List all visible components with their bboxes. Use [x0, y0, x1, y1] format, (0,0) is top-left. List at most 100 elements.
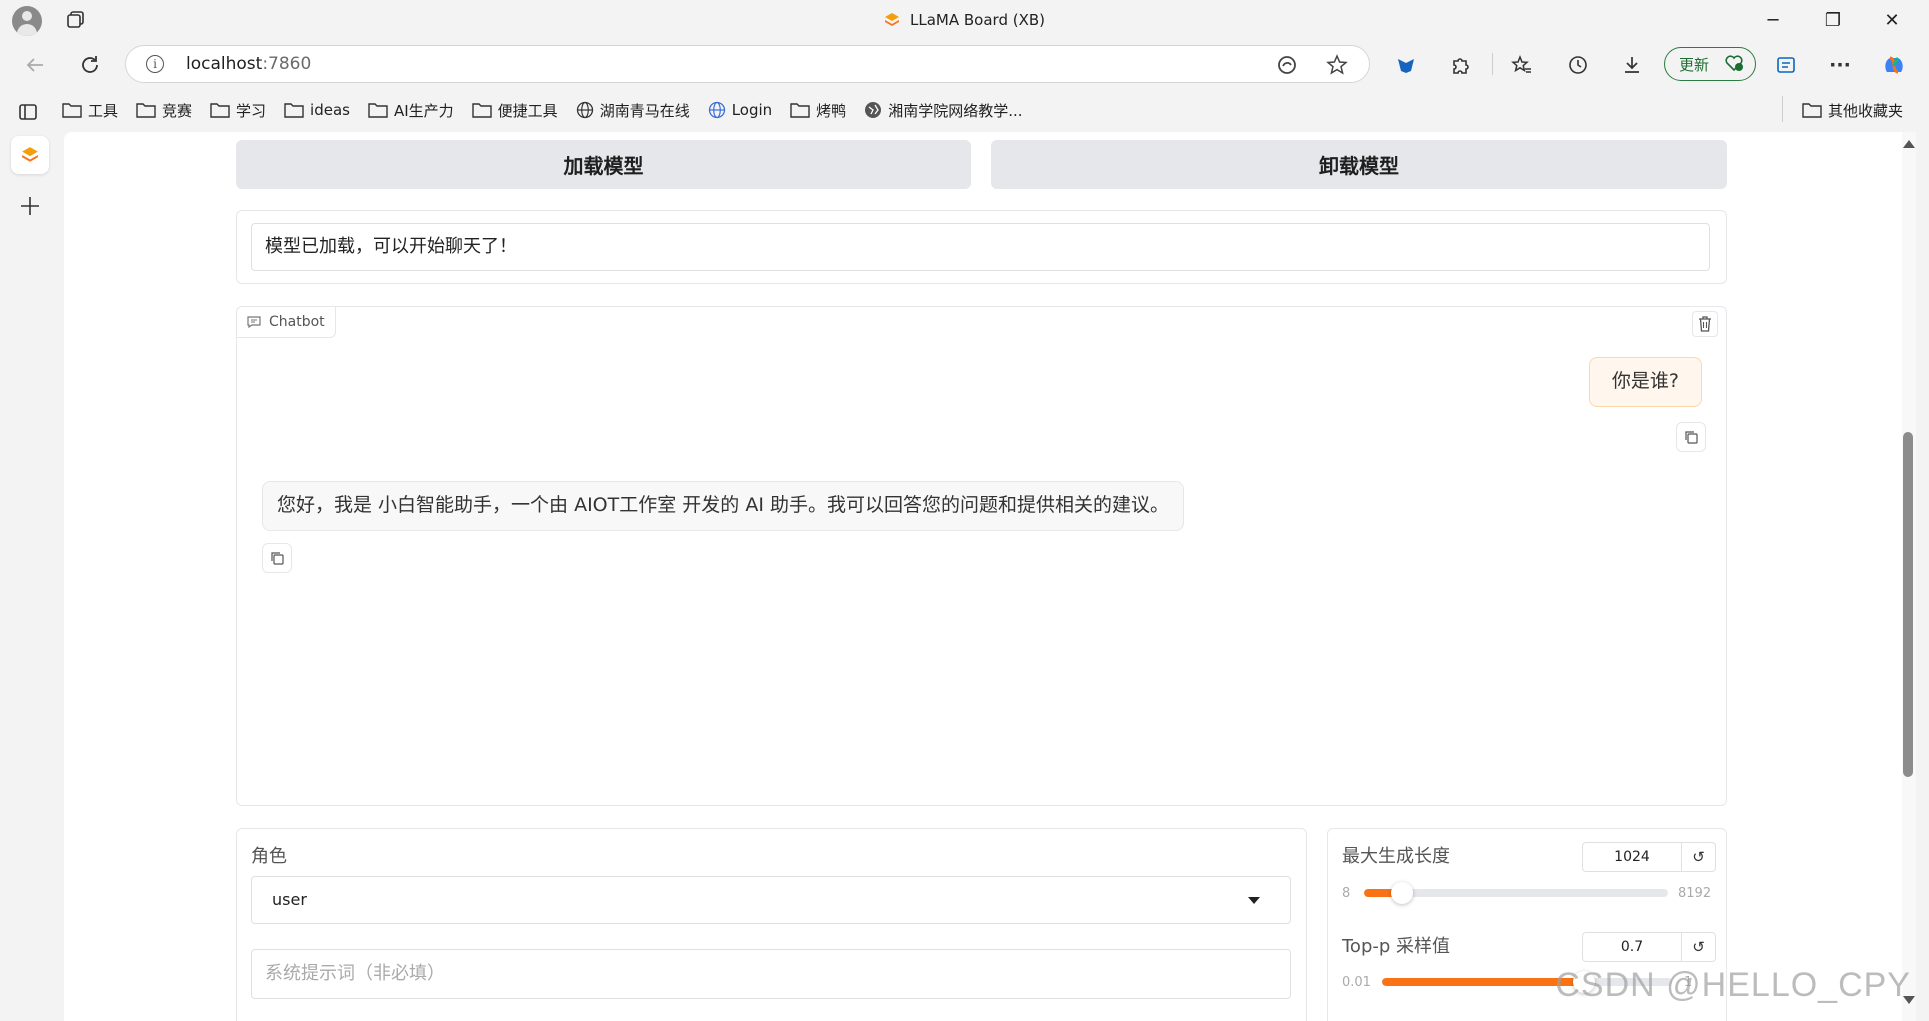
globe-icon	[865, 102, 882, 118]
extension-shield-button[interactable]	[1388, 48, 1424, 82]
arrow-left-icon	[26, 58, 43, 72]
copy-assistant-message-button[interactable]	[262, 543, 292, 573]
back-button[interactable]	[17, 48, 53, 82]
address-bar[interactable]: i localhost:7860	[125, 45, 1370, 83]
copy-icon	[271, 552, 284, 565]
other-favorites-label: 其他收藏夹	[1827, 101, 1903, 120]
title-bar: LLaMA Board (XB) ─ ❐ ✕	[0, 0, 1929, 40]
favorites-divider	[1782, 96, 1783, 122]
top-p-reset-button[interactable]: ↺	[1682, 932, 1716, 962]
extensions-button[interactable]	[1443, 48, 1479, 82]
favorite-item[interactable]: Login	[708, 101, 772, 119]
folder-icon	[790, 103, 810, 118]
copilot-icon	[1885, 56, 1903, 74]
scrollbar-thumb[interactable]	[1903, 432, 1913, 777]
favorite-item[interactable]: 学习	[210, 100, 266, 121]
immersive-reader-button[interactable]	[1768, 48, 1804, 82]
favorite-label: 烤鸭	[816, 101, 847, 120]
plus-icon	[21, 197, 39, 215]
favorite-star-icon[interactable]	[1326, 54, 1348, 76]
other-favorites-folder[interactable]: 其他收藏夹	[1802, 98, 1903, 122]
favorite-label: 湖南青马在线	[599, 101, 690, 120]
unload-model-button[interactable]: 卸载模型	[991, 140, 1727, 189]
favorite-item[interactable]: 湖南青马在线	[576, 100, 690, 121]
status-textbox[interactable]: 模型已加载，可以开始聊天了！	[251, 223, 1710, 271]
clear-chat-button[interactable]	[1692, 311, 1718, 337]
chatbot-label-text: Chatbot	[269, 314, 325, 330]
assistant-message-bubble: 您好，我是 小白智能助手，一个由 AIOT工作室 开发的 AI 助手。我可以回答…	[262, 481, 1184, 531]
favorite-label: Login	[731, 101, 773, 119]
bird-extension-icon	[1398, 59, 1414, 73]
top-p-label: Top-p 采样值	[1342, 936, 1451, 957]
favorite-item[interactable]: ideas	[284, 101, 350, 119]
favorite-item[interactable]: 工具	[62, 100, 118, 121]
site-info-icon[interactable]: i	[146, 55, 164, 73]
downloads-button[interactable]	[1614, 48, 1650, 82]
watermark-text: CSDN @HELLO_CPY	[1555, 966, 1911, 1004]
favorite-item[interactable]: 烤鸭	[790, 100, 846, 121]
page-content: 加载模型 卸载模型 模型已加载，可以开始聊天了！ Chatbot 你是谁? 您好…	[64, 132, 1914, 1021]
role-selected-value: user	[272, 890, 307, 909]
status-panel: 模型已加载，可以开始聊天了！	[236, 210, 1727, 284]
refresh-button[interactable]	[72, 48, 108, 82]
load-model-button[interactable]: 加载模型	[236, 140, 971, 189]
copy-user-message-button[interactable]	[1676, 422, 1706, 452]
globe-icon	[708, 101, 725, 119]
favorite-item[interactable]: 便捷工具	[471, 100, 558, 121]
max-tokens-max: 8192	[1678, 886, 1712, 901]
folder-icon	[471, 103, 492, 118]
maximize-button[interactable]: ❐	[1805, 0, 1861, 40]
role-dropdown[interactable]: user	[251, 876, 1291, 924]
tab-actions-icon[interactable]	[18, 102, 38, 122]
caret-down-icon	[1248, 897, 1260, 904]
sidebar-app-llama-board[interactable]	[11, 136, 49, 174]
close-button[interactable]: ✕	[1864, 0, 1920, 40]
read-aloud-icon[interactable]	[1276, 54, 1298, 76]
top-p-number-input[interactable]: 0.7	[1582, 932, 1682, 962]
folder-icon	[1802, 103, 1822, 118]
role-label: 角色	[251, 846, 287, 867]
browser-update-button[interactable]: 更新	[1664, 47, 1756, 81]
sidebar-add-button[interactable]	[16, 192, 44, 220]
update-label: 更新	[1679, 55, 1710, 74]
favorite-label: ideas	[310, 101, 350, 119]
system-prompt-input[interactable]: 系统提示词（非必填）	[251, 949, 1291, 999]
url-text[interactable]: localhost:7860	[186, 46, 311, 82]
top-p-min: 0.01	[1342, 975, 1371, 990]
chat-bubble-icon	[247, 316, 261, 328]
folder-icon	[136, 103, 156, 118]
history-icon	[1569, 56, 1587, 74]
edge-sidebar-icon	[1777, 57, 1795, 73]
favorite-label: AI生产力	[393, 101, 454, 120]
chatbot-panel: Chatbot 你是谁? 您好，我是 小白智能助手，一个由 AIOT工作室 开发…	[236, 306, 1727, 806]
more-dots-icon: ···	[1829, 54, 1851, 76]
window-title: LLaMA Board (XB)	[0, 0, 1929, 40]
favorite-label: 学习	[236, 101, 267, 120]
download-icon	[1625, 57, 1639, 73]
max-tokens-number-input[interactable]: 1024	[1582, 842, 1682, 872]
settings-more-button[interactable]: ···	[1822, 48, 1858, 82]
reset-icon: ↺	[1692, 938, 1705, 956]
favorite-item[interactable]: 竞赛	[136, 100, 192, 121]
window-title-text: LLaMA Board (XB)	[910, 11, 1045, 29]
copilot-button[interactable]	[1876, 48, 1912, 82]
scroll-up-arrow-icon[interactable]	[1903, 140, 1915, 148]
favorites-button[interactable]	[1504, 48, 1540, 82]
llama-board-logo-icon	[22, 147, 38, 162]
max-tokens-reset-button[interactable]: ↺	[1682, 842, 1716, 872]
folder-icon	[368, 103, 388, 118]
max-tokens-slider-thumb[interactable]	[1390, 882, 1413, 904]
favorite-item[interactable]: 湘南学院网络教学...	[864, 100, 1023, 121]
favorite-item[interactable]: AI生产力	[368, 100, 454, 121]
globe-icon	[576, 101, 593, 119]
top-p-slider-fill	[1382, 978, 1585, 986]
workspaces-icon[interactable]	[66, 10, 86, 30]
favorite-label: 便捷工具	[497, 101, 558, 120]
history-button[interactable]	[1560, 48, 1596, 82]
profile-avatar-icon[interactable]	[12, 6, 42, 36]
favorite-label: 竞赛	[162, 101, 193, 120]
toolbar-divider	[1492, 53, 1493, 75]
puzzle-icon	[1453, 58, 1469, 74]
favorites-list-icon	[1511, 54, 1531, 73]
minimize-button[interactable]: ─	[1745, 0, 1801, 40]
